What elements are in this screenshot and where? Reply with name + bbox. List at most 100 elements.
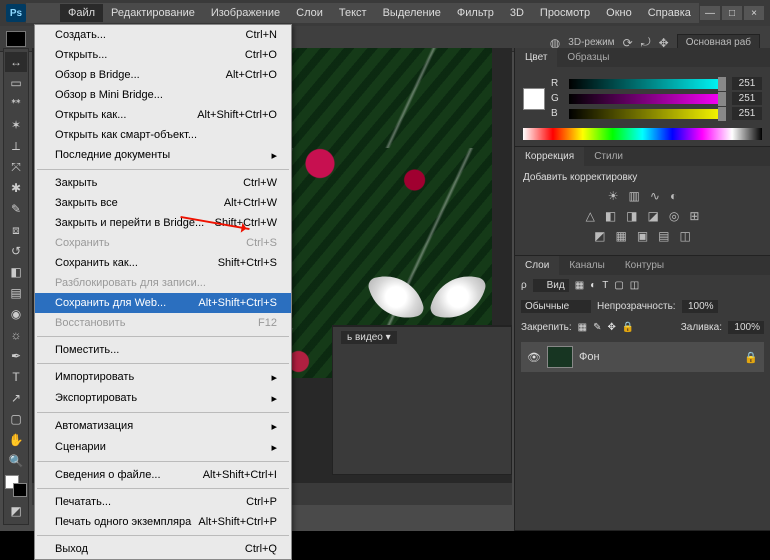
menu-текст[interactable]: Текст: [331, 4, 375, 22]
blue-slider[interactable]: [569, 109, 726, 119]
menu-слои[interactable]: Слои: [288, 4, 331, 22]
menuitem-закрыть[interactable]: ЗакрытьCtrl+W: [35, 173, 291, 193]
color-ramp[interactable]: [523, 128, 762, 140]
exposure-icon[interactable]: ◐: [670, 189, 677, 203]
timeline-panel[interactable]: ь видео ▾: [332, 325, 512, 475]
menuitem-открыть-[interactable]: Открыть...Ctrl+O: [35, 45, 291, 65]
brightness-icon[interactable]: ☀: [608, 189, 619, 203]
lock-move-icon[interactable]: ✥: [608, 322, 616, 333]
red-value[interactable]: 251: [732, 77, 762, 90]
tab-color[interactable]: Цвет: [515, 48, 557, 67]
menuitem-сценарии[interactable]: Сценарии: [35, 437, 291, 458]
menuitem-сведения-о-файле-[interactable]: Сведения о файле...Alt+Shift+Ctrl+I: [35, 465, 291, 485]
menu-выделение[interactable]: Выделение: [375, 4, 449, 22]
lock-pixels-icon[interactable]: ▦: [578, 322, 587, 333]
brush-tool[interactable]: ✎: [5, 199, 27, 219]
eyedropper-tool[interactable]: ⤧: [5, 157, 27, 177]
menu-просмотр[interactable]: Просмотр: [532, 4, 598, 22]
move-tool[interactable]: ↔: [5, 52, 27, 72]
menuitem-открыть-как-смарт-объект-[interactable]: Открыть как смарт-объект...: [35, 125, 291, 145]
lock-all-icon[interactable]: 🔒: [622, 322, 634, 333]
fill-value[interactable]: 100%: [728, 321, 764, 334]
opacity-value[interactable]: 100%: [682, 300, 718, 313]
gradient-tool[interactable]: ▤: [5, 283, 27, 303]
eraser-tool[interactable]: ◧: [5, 262, 27, 282]
channel-mixer-icon[interactable]: ⊞: [689, 209, 699, 223]
type-tool[interactable]: T: [5, 367, 27, 387]
menuitem-сохранить-для-web-[interactable]: Сохранить для Web...Alt+Shift+Ctrl+S: [35, 293, 291, 313]
blue-value[interactable]: 251: [732, 107, 762, 120]
menu-3d[interactable]: 3D: [502, 4, 532, 22]
quickmask-toggle[interactable]: ◩: [5, 501, 27, 521]
tab-adjustments[interactable]: Коррекция: [515, 147, 584, 166]
pen-tool[interactable]: ✒: [5, 346, 27, 366]
color-swatches[interactable]: [5, 475, 27, 497]
tab-layers[interactable]: Слои: [515, 256, 559, 275]
balance-icon[interactable]: ◨: [626, 209, 637, 223]
path-tool[interactable]: ↗: [5, 388, 27, 408]
shape-tool[interactable]: ▢: [5, 409, 27, 429]
red-slider[interactable]: [569, 79, 726, 89]
menuitem-сохранить-как-[interactable]: Сохранить как...Shift+Ctrl+S: [35, 253, 291, 273]
menuitem-печать-одного-экземпляра[interactable]: Печать одного экземпляраAlt+Shift+Ctrl+P: [35, 512, 291, 532]
menuitem-закрыть-все[interactable]: Закрыть всеAlt+Ctrl+W: [35, 193, 291, 213]
menuitem-обзор-в-mini-bridge-[interactable]: Обзор в Mini Bridge...: [35, 85, 291, 105]
menuitem-экспортировать[interactable]: Экспортировать: [35, 388, 291, 409]
menuitem-поместить-[interactable]: Поместить...: [35, 340, 291, 360]
stamp-tool[interactable]: ⧈: [5, 220, 27, 240]
window-close-button[interactable]: ×: [744, 6, 764, 20]
hue-icon[interactable]: ◧: [605, 209, 616, 223]
tab-styles[interactable]: Стили: [584, 147, 633, 166]
history-brush-tool[interactable]: ↺: [5, 241, 27, 261]
menuitem-импортировать[interactable]: Импортировать: [35, 367, 291, 388]
posterize-icon[interactable]: ▦: [615, 229, 626, 243]
menu-редактирование[interactable]: Редактирование: [103, 4, 203, 22]
menuitem-автоматизация[interactable]: Автоматизация: [35, 416, 291, 437]
heal-tool[interactable]: ✱: [5, 178, 27, 198]
color-preview[interactable]: [523, 88, 545, 110]
menuitem-создать-[interactable]: Создать...Ctrl+N: [35, 25, 291, 45]
dodge-tool[interactable]: ☼: [5, 325, 27, 345]
green-value[interactable]: 251: [732, 92, 762, 105]
menu-изображение[interactable]: Изображение: [203, 4, 288, 22]
layer-thumbnail[interactable]: [547, 346, 573, 368]
crop-tool[interactable]: ⟂: [5, 136, 27, 156]
menu-файл[interactable]: Файл: [60, 4, 103, 22]
vibrance-icon[interactable]: △: [586, 209, 595, 223]
zoom-tool[interactable]: 🔍: [5, 451, 27, 471]
menu-окно[interactable]: Окно: [598, 4, 640, 22]
gradient-map-icon[interactable]: ▤: [658, 229, 669, 243]
menuitem-печатать-[interactable]: Печатать...Ctrl+P: [35, 492, 291, 512]
menuitem-выход[interactable]: ВыходCtrl+Q: [35, 539, 291, 559]
layer-row[interactable]: 👁 Фон 🔒: [521, 342, 764, 372]
layer-filter[interactable]: Вид: [533, 279, 569, 292]
menu-справка[interactable]: Справка: [640, 4, 699, 22]
visibility-icon[interactable]: 👁: [527, 351, 541, 364]
selective-color-icon[interactable]: ◫: [680, 229, 691, 243]
window-minimize-button[interactable]: —: [700, 6, 720, 20]
filter-adjust-icon[interactable]: ◐: [590, 280, 596, 291]
levels-icon[interactable]: ▥: [629, 189, 640, 203]
blur-tool[interactable]: ◉: [5, 304, 27, 324]
blend-mode[interactable]: Обычные: [521, 300, 591, 313]
threshold-icon[interactable]: ▣: [637, 229, 648, 243]
filter-smart-icon[interactable]: ◫: [630, 280, 639, 291]
tab-paths[interactable]: Контуры: [615, 256, 674, 275]
layer-name[interactable]: Фон: [579, 351, 600, 363]
create-video-button[interactable]: ь видео ▾: [341, 331, 397, 344]
menu-фильтр[interactable]: Фильтр: [449, 4, 502, 22]
hand-tool[interactable]: ✋: [5, 430, 27, 450]
foreground-swatch[interactable]: [6, 31, 26, 47]
menuitem-обзор-в-bridge-[interactable]: Обзор в Bridge...Alt+Ctrl+O: [35, 65, 291, 85]
invert-icon[interactable]: ◩: [594, 229, 605, 243]
filter-type-icon[interactable]: T: [602, 280, 608, 291]
photo-filter-icon[interactable]: ◎: [669, 209, 679, 223]
tab-channels[interactable]: Каналы: [559, 256, 615, 275]
lock-position-icon[interactable]: ✎: [593, 322, 601, 333]
window-maximize-button[interactable]: □: [722, 6, 742, 20]
green-slider[interactable]: [569, 94, 726, 104]
lasso-tool[interactable]: ᕯ: [5, 94, 27, 114]
tab-swatches[interactable]: Образцы: [557, 48, 619, 67]
marquee-tool[interactable]: ▭: [5, 73, 27, 93]
wand-tool[interactable]: ✶: [5, 115, 27, 135]
